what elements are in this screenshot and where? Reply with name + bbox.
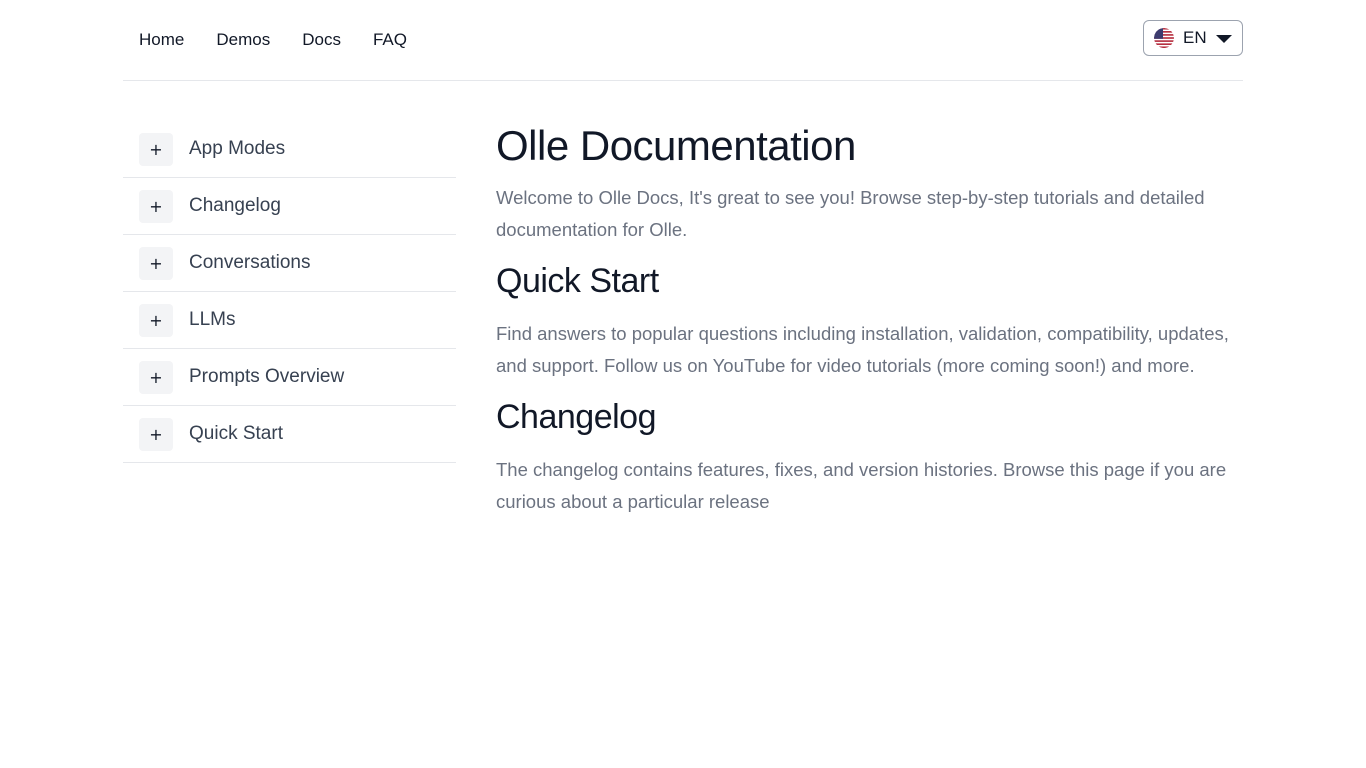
language-code: EN — [1183, 28, 1207, 47]
sidebar-item-prompts-overview[interactable]: + Prompts Overview — [123, 349, 456, 406]
section-heading-changelog: Changelog — [496, 398, 656, 436]
main-content: Olle Documentation Welcome to Olle Docs,… — [496, 118, 1236, 530]
sidebar-item-label: App Modes — [189, 138, 286, 159]
sidebar-item-changelog[interactable]: + Changelog — [123, 178, 456, 235]
expand-plus-icon[interactable]: + — [139, 132, 173, 166]
sidebar-item-label: Quick Start — [189, 423, 283, 444]
intro-text: Welcome to Olle Docs, It's great to see … — [496, 187, 1205, 240]
sidebar-item-app-modes[interactable]: + App Modes — [123, 121, 456, 178]
nav-faq-link[interactable]: FAQ — [373, 28, 407, 52]
expand-plus-icon[interactable]: + — [139, 417, 173, 451]
expand-plus-icon[interactable]: + — [139, 360, 173, 394]
top-header: Home Demos Docs FAQ EN — [123, 0, 1243, 81]
section-heading-quick-start: Quick Start — [496, 262, 659, 300]
sidebar-item-label: LLMs — [189, 309, 236, 330]
docs-sidebar: + App Modes + Changelog + Conversations … — [123, 121, 456, 463]
expand-plus-icon[interactable]: + — [139, 189, 173, 223]
nav-docs-link[interactable]: Docs — [302, 28, 341, 52]
section-text-changelog: The changelog contains features, fixes, … — [496, 459, 1227, 512]
language-selector[interactable]: EN — [1143, 20, 1243, 56]
sidebar-item-label: Changelog — [189, 195, 281, 216]
sidebar-item-quick-start[interactable]: + Quick Start — [123, 406, 456, 463]
nav-home-link[interactable]: Home — [139, 28, 184, 52]
us-flag-icon — [1154, 28, 1174, 48]
section-text-quick-start: Find answers to popular questions includ… — [496, 323, 1229, 376]
main-nav: Home Demos Docs FAQ — [123, 0, 439, 80]
page-title: Olle Documentation — [496, 122, 856, 169]
sidebar-item-llms[interactable]: + LLMs — [123, 292, 456, 349]
page-container: Home Demos Docs FAQ EN + App Modes + Cha… — [123, 0, 1243, 512]
sidebar-item-conversations[interactable]: + Conversations — [123, 235, 456, 292]
sidebar-item-label: Prompts Overview — [189, 366, 345, 387]
sidebar-item-label: Conversations — [189, 252, 311, 273]
expand-plus-icon[interactable]: + — [139, 246, 173, 280]
nav-demos-link[interactable]: Demos — [216, 28, 270, 52]
chevron-down-icon — [1216, 35, 1232, 43]
expand-plus-icon[interactable]: + — [139, 303, 173, 337]
